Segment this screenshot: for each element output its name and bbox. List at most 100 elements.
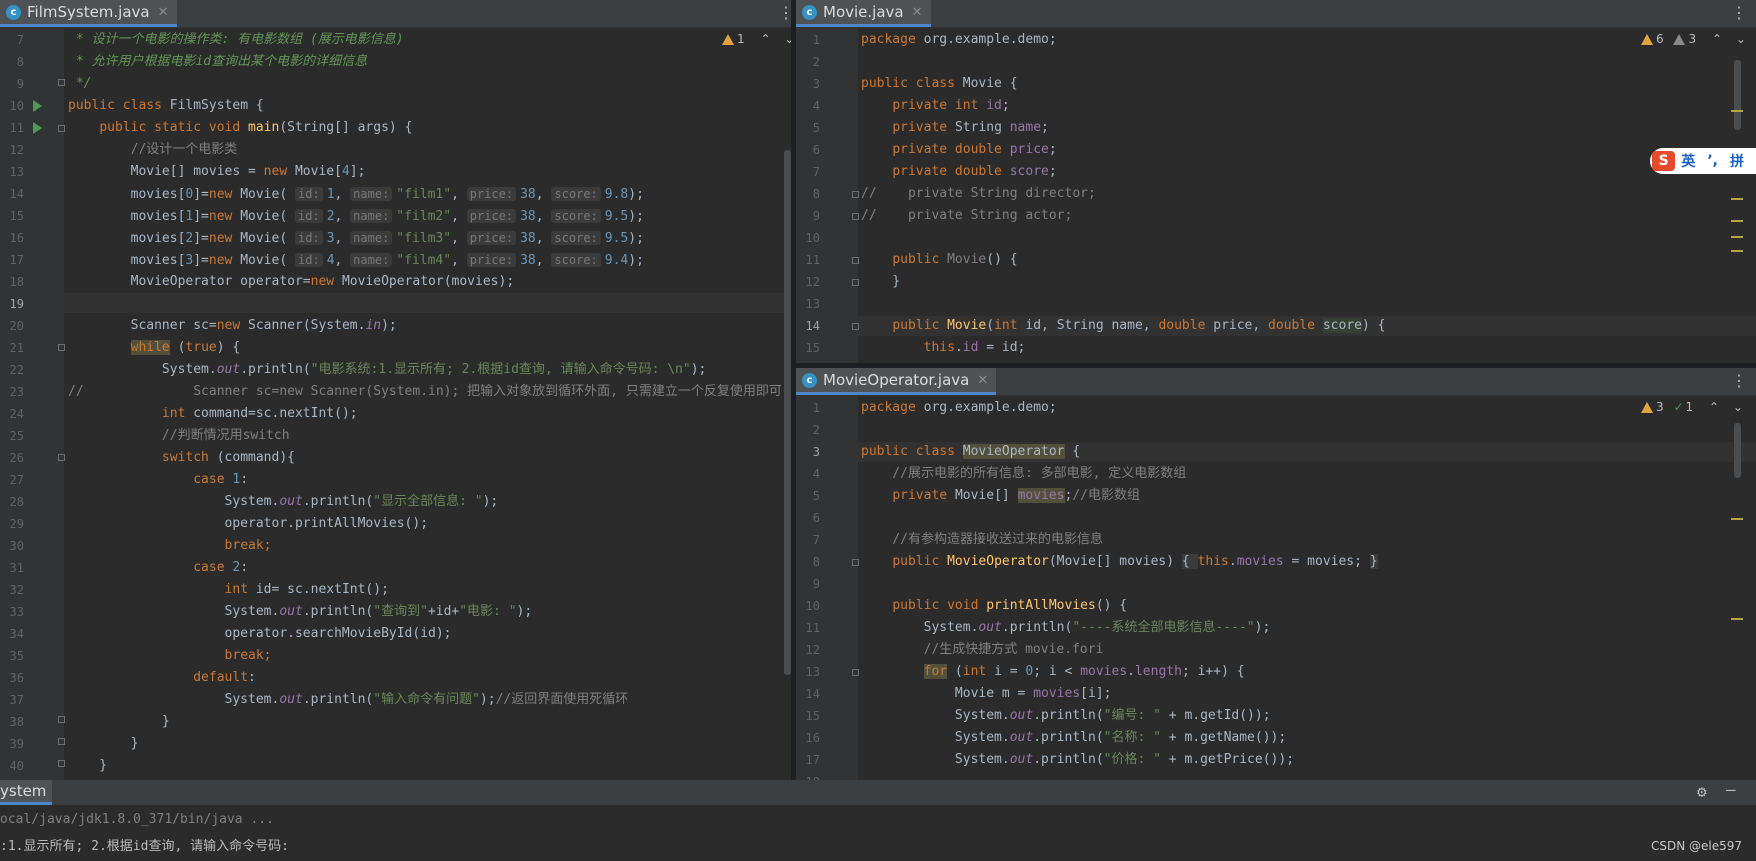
code-line[interactable]: package org.example.demo; xyxy=(861,30,1057,50)
code-line[interactable]: // Scanner sc=new Scanner(System.in); 把输… xyxy=(68,382,782,402)
close-icon[interactable]: ✕ xyxy=(977,373,988,388)
code-line[interactable]: System.out.println("显示全部信息: "); xyxy=(68,492,499,512)
code-line[interactable]: //设计一个电影类 xyxy=(68,140,238,160)
vertical-scrollbar[interactable] xyxy=(1734,423,1741,478)
more-icon[interactable]: ⋮ xyxy=(1731,372,1747,390)
code-line[interactable]: break; xyxy=(68,646,272,666)
close-icon[interactable]: ✕ xyxy=(912,5,923,20)
ime-toolbar[interactable]: S 英 ’, 拼 xyxy=(1650,148,1756,174)
code-line[interactable]: break; xyxy=(68,536,272,556)
code-line[interactable]: switch (command){ xyxy=(68,448,295,468)
code-line[interactable]: System.out.println("----系统全部电影信息----"); xyxy=(861,618,1271,638)
ime-pinyin-label[interactable]: 拼 xyxy=(1730,151,1744,171)
fold-icon[interactable] xyxy=(852,669,859,676)
code-line[interactable]: Movie m = movies[i]; xyxy=(861,684,1112,704)
code-line[interactable]: movies[2]=new Movie( id: 3, name: "film3",… xyxy=(68,228,644,248)
minimize-icon[interactable]: — xyxy=(1726,780,1736,799)
inspection-widget[interactable]: 6 3 ⌃ ⌄ xyxy=(1641,32,1746,46)
code-line[interactable]: public void printAllMovies() { xyxy=(861,596,1127,616)
chevron-up-icon[interactable]: ⌃ xyxy=(1712,32,1722,46)
inspection-widget[interactable]: 1 ⌃ ⌄ xyxy=(722,32,791,46)
code-line[interactable]: private int id; xyxy=(861,96,1009,116)
run-icon[interactable] xyxy=(33,100,42,112)
code-line[interactable]: } xyxy=(68,712,170,732)
code-line[interactable]: public static void main(String[] args) { xyxy=(68,118,412,138)
fold-icon[interactable] xyxy=(58,716,65,723)
code-line[interactable]: case 1: xyxy=(68,470,248,490)
code-line[interactable]: private double score; xyxy=(861,162,1056,182)
tab-filmsystem[interactable]: c FilmSystem.java ✕ xyxy=(0,0,177,27)
fold-icon[interactable] xyxy=(852,257,859,264)
code-line[interactable]: public MovieOperator(Movie[] movies) { t… xyxy=(861,552,1378,572)
code-line[interactable]: operator.searchMovieById(id); xyxy=(68,624,452,644)
code-line[interactable]: movies[0]=new Movie( id: 1, name: "film1",… xyxy=(68,184,644,204)
fold-icon[interactable] xyxy=(852,279,859,286)
chevron-up-icon[interactable]: ⌃ xyxy=(1709,400,1719,414)
code-line[interactable]: this.id = id; xyxy=(861,338,1026,358)
more-icon[interactable]: ⋮ xyxy=(1731,4,1747,22)
code-line[interactable]: private String name; xyxy=(861,118,1049,138)
code-line[interactable]: private double price; xyxy=(861,140,1056,160)
code-line[interactable]: public class MovieOperator { xyxy=(861,442,1080,462)
code-line[interactable]: // private String actor; xyxy=(861,206,1072,226)
gear-icon[interactable]: ⚙ xyxy=(1697,782,1707,801)
code-line[interactable]: //有参构造器接收送过来的电影信息 xyxy=(861,530,1103,550)
chevron-down-icon[interactable]: ⌄ xyxy=(784,32,791,46)
vertical-scrollbar[interactable] xyxy=(1734,60,1741,130)
code-line[interactable]: public Movie() { xyxy=(861,250,1017,270)
code-line[interactable]: int command=sc.nextInt(); xyxy=(68,404,358,424)
chevron-down-icon[interactable]: ⌄ xyxy=(1736,32,1746,46)
fold-icon[interactable] xyxy=(58,760,65,767)
fold-icon[interactable] xyxy=(58,454,65,461)
fold-icon[interactable] xyxy=(852,191,859,198)
code-line[interactable]: } xyxy=(861,272,900,292)
code-line[interactable]: */ xyxy=(68,74,92,94)
code-line[interactable]: public Movie(int id, String name, double… xyxy=(861,316,1385,336)
run-tab[interactable]: ystem xyxy=(0,780,53,805)
code-line[interactable]: movies[3]=new Movie( id: 4, name: "film4",… xyxy=(68,250,644,270)
code-line[interactable]: System.out.println("查询到"+id+"电影: "); xyxy=(68,602,533,622)
fold-icon[interactable] xyxy=(58,79,65,86)
code-line[interactable]: movies[1]=new Movie( id: 2, name: "film2",… xyxy=(68,206,644,226)
code-line[interactable]: * 允许用户根据电影id查询出某个电影的详细信息 xyxy=(68,52,367,72)
code-line[interactable]: System.out.println("电影系统:1.显示所有; 2.根据id查… xyxy=(68,360,706,380)
fold-icon[interactable] xyxy=(58,738,65,745)
tab-movieoperator[interactable]: c MovieOperator.java ✕ xyxy=(796,368,997,395)
code-line[interactable]: default: xyxy=(68,668,256,688)
code-line[interactable]: package org.example.demo; xyxy=(861,398,1057,418)
code-line[interactable]: System.out.println("输入命令有问题");//返回界面使用死循… xyxy=(68,690,629,710)
code-line[interactable]: operator.printAllMovies(); xyxy=(68,514,429,534)
code-line[interactable]: private Movie[] movies;//电影数组 xyxy=(861,486,1140,506)
code-line[interactable]: Movie[] movies = new Movie[4]; xyxy=(68,162,366,182)
more-icon[interactable]: ⋮ xyxy=(778,4,791,22)
fold-icon[interactable] xyxy=(58,125,65,132)
code-line[interactable]: * 设计一个电影的操作类: 有电影数组 (展示电影信息) xyxy=(68,30,404,50)
code-line[interactable]: while (true) { xyxy=(68,338,240,358)
chevron-down-icon[interactable]: ⌄ xyxy=(1733,400,1743,414)
close-icon[interactable]: ✕ xyxy=(158,5,169,20)
chevron-up-icon[interactable]: ⌃ xyxy=(760,32,770,46)
inspection-widget[interactable]: 3 ✓ 1 ⌃ ⌄ xyxy=(1641,400,1743,414)
code-line[interactable]: System.out.println("编号: " + m.getId()); xyxy=(861,706,1271,726)
code-line[interactable]: //生成快捷方式 movie.fori xyxy=(861,640,1104,660)
code-line[interactable]: } xyxy=(68,756,107,776)
code-line[interactable]: System.out.println("价格: " + m.getPrice()… xyxy=(861,750,1294,770)
tab-movie[interactable]: c Movie.java ✕ xyxy=(796,0,931,27)
code-line[interactable]: //判断情况用switch xyxy=(68,426,290,446)
ime-punct-label[interactable]: ’, xyxy=(1707,153,1718,169)
code-line[interactable]: Scanner sc=new Scanner(System.in); xyxy=(68,316,397,336)
fold-icon[interactable] xyxy=(852,323,859,330)
code-line[interactable]: case 2: xyxy=(68,558,248,578)
run-icon[interactable] xyxy=(33,122,42,134)
code-line[interactable]: MovieOperator operator=new MovieOperator… xyxy=(68,272,515,292)
code-line[interactable]: System.out.println("名称: " + m.getName())… xyxy=(861,728,1286,748)
code-line[interactable]: public class Movie { xyxy=(861,74,1018,94)
ime-mode-label[interactable]: 英 xyxy=(1681,151,1695,171)
code-line[interactable]: public class FilmSystem { xyxy=(68,96,264,116)
vertical-scrollbar[interactable] xyxy=(784,150,791,675)
fold-icon[interactable] xyxy=(852,559,859,566)
fold-icon[interactable] xyxy=(58,344,65,351)
code-line[interactable]: // private String director; xyxy=(861,184,1096,204)
fold-icon[interactable] xyxy=(852,213,859,220)
code-line[interactable]: } xyxy=(68,734,139,754)
